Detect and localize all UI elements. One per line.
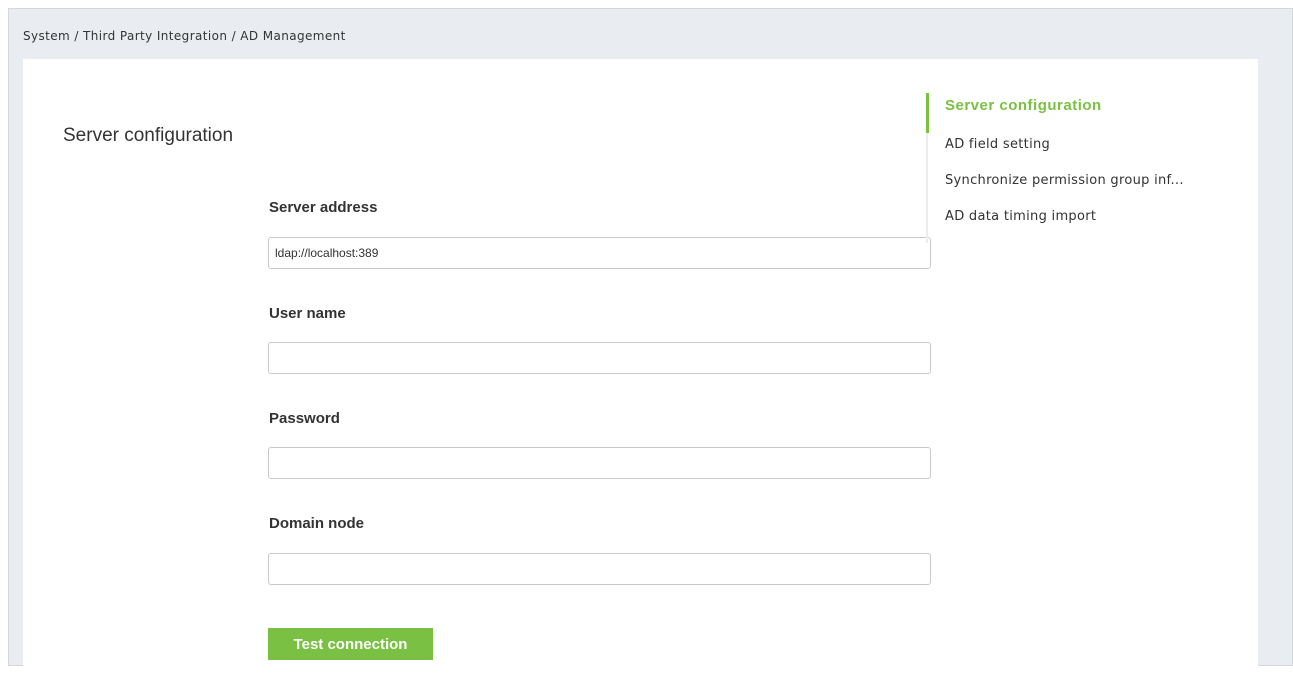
side-nav-item-ad-field-setting[interactable]: AD field setting bbox=[945, 137, 1050, 152]
password-label: Password bbox=[269, 410, 340, 427]
side-nav-item-synchronize-permission-group[interactable]: Synchronize permission group inf... bbox=[945, 173, 1184, 188]
user-name-label: User name bbox=[269, 305, 346, 322]
password-input[interactable] bbox=[268, 447, 931, 479]
side-nav-item-server-configuration[interactable]: Server configuration bbox=[945, 97, 1102, 114]
app-frame: System / Third Party Integration / AD Ma… bbox=[8, 8, 1293, 675]
domain-node-label: Domain node bbox=[269, 515, 365, 532]
content-panel: Server configuration Server address User… bbox=[23, 59, 1258, 675]
server-address-label: Server address bbox=[269, 199, 378, 216]
page-title: Server configuration bbox=[63, 125, 234, 146]
side-nav-item-ad-data-timing-import[interactable]: AD data timing import bbox=[945, 209, 1096, 224]
breadcrumb: System / Third Party Integration / AD Ma… bbox=[23, 29, 346, 43]
side-nav-active-indicator bbox=[926, 93, 929, 133]
test-connection-button[interactable]: Test connection bbox=[268, 628, 433, 660]
server-address-input[interactable] bbox=[268, 237, 931, 269]
domain-node-input[interactable] bbox=[268, 553, 931, 585]
user-name-input[interactable] bbox=[268, 342, 931, 374]
